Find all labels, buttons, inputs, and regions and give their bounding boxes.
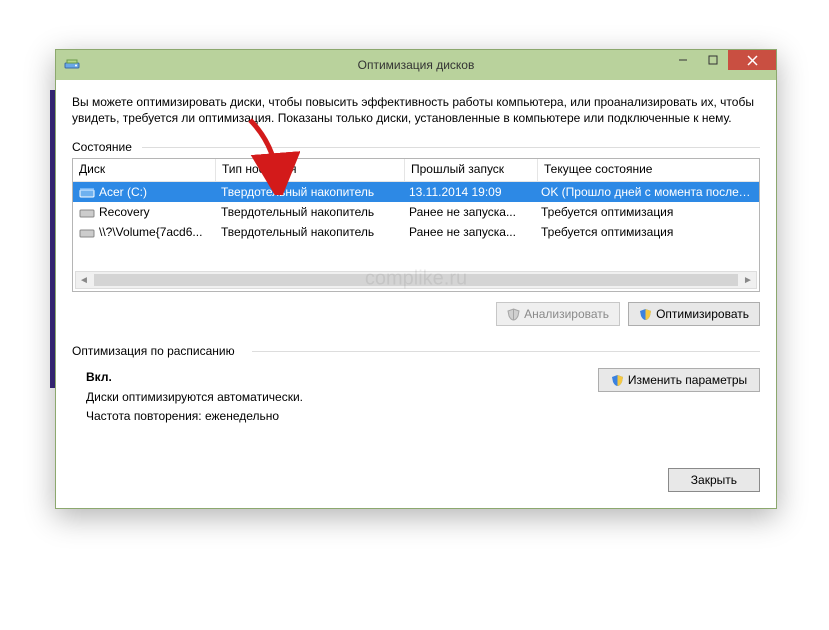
table-row[interactable]: Recovery Твердотельный накопитель Ранее … — [73, 202, 759, 222]
list-header[interactable]: Диск Тип носителя Прошлый запуск Текущее… — [73, 159, 759, 182]
maximize-button[interactable] — [698, 50, 728, 70]
disk-last-run: 13.11.2014 19:09 — [403, 183, 535, 201]
optimize-drives-window: Оптимизация дисков Вы можете оптимизиров… — [55, 49, 777, 509]
column-last-run[interactable]: Прошлый запуск — [405, 159, 538, 181]
disk-name: \\?\Volume{7acd6... — [99, 225, 202, 239]
column-type[interactable]: Тип носителя — [216, 159, 405, 181]
close-button[interactable] — [728, 50, 776, 70]
disk-type: Твердотельный накопитель — [215, 183, 403, 201]
shield-icon — [611, 374, 624, 387]
scroll-left-icon[interactable]: ◄ — [76, 275, 92, 286]
disk-type: Твердотельный накопитель — [215, 203, 403, 221]
schedule-enabled: Вкл. — [86, 368, 582, 387]
shield-icon — [639, 308, 652, 321]
column-disk[interactable]: Диск — [73, 159, 216, 181]
optimize-label: Оптимизировать — [656, 307, 749, 321]
drive-icon — [79, 187, 95, 199]
disk-last-run: Ранее не запуска... — [403, 223, 535, 241]
drive-icon — [79, 227, 95, 239]
analyze-button[interactable]: Анализировать — [496, 302, 620, 326]
disk-type: Твердотельный накопитель — [215, 223, 403, 241]
close-dialog-button[interactable]: Закрыть — [668, 468, 760, 492]
optimize-button[interactable]: Оптимизировать — [628, 302, 760, 326]
minimize-button[interactable] — [668, 50, 698, 70]
intro-text: Вы можете оптимизировать диски, чтобы по… — [72, 94, 760, 126]
horizontal-scrollbar[interactable]: ◄ ► — [75, 271, 757, 289]
disk-name: Acer (C:) — [99, 185, 147, 199]
change-settings-label: Изменить параметры — [628, 373, 747, 387]
schedule-line2: Частота повторения: еженедельно — [86, 407, 582, 426]
disk-state: Требуется оптимизация — [535, 223, 759, 241]
schedule-section-label: Оптимизация по расписанию — [72, 344, 760, 358]
table-row[interactable]: Acer (C:) Твердотельный накопитель 13.11… — [73, 182, 759, 202]
table-row[interactable]: \\?\Volume{7acd6... Твердотельный накопи… — [73, 222, 759, 242]
drive-icon — [79, 207, 95, 219]
scroll-thumb[interactable] — [94, 274, 738, 286]
column-current-state[interactable]: Текущее состояние — [538, 159, 759, 181]
titlebar[interactable]: Оптимизация дисков — [56, 50, 776, 80]
disk-name: Recovery — [99, 205, 150, 219]
schedule-line1: Диски оптимизируются автоматически. — [86, 388, 582, 407]
disk-state: Требуется оптимизация — [535, 203, 759, 221]
drives-list[interactable]: Диск Тип носителя Прошлый запуск Текущее… — [72, 158, 760, 292]
analyze-label: Анализировать — [524, 307, 609, 321]
status-section-label: Состояние — [72, 140, 760, 154]
disk-last-run: Ранее не запуска... — [403, 203, 535, 221]
scroll-right-icon[interactable]: ► — [740, 275, 756, 286]
disk-state: OK (Прошло дней с момента последне... — [535, 183, 759, 201]
change-settings-button[interactable]: Изменить параметры — [598, 368, 760, 392]
shield-icon — [507, 308, 520, 321]
